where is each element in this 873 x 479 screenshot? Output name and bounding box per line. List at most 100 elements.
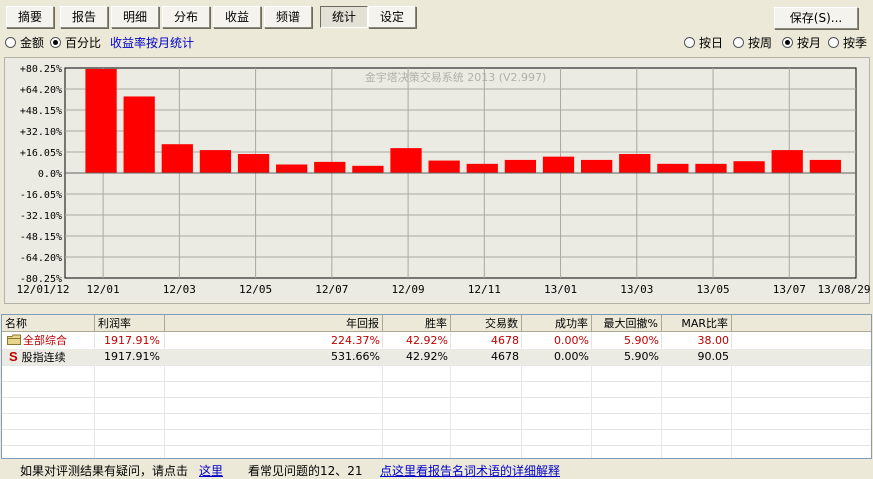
x-tick-label: 13/03: [620, 283, 653, 296]
radio-by-week-label: 按周: [748, 36, 773, 50]
footer-faq-text: 看常见问题的12、21: [248, 464, 363, 478]
y-tick-label: +48.15%: [20, 106, 62, 117]
x-tick-label: 12/05: [239, 283, 272, 296]
x-tick-label: 13/08/29: [818, 283, 871, 296]
bar: [314, 161, 346, 173]
x-tick-label: 13/01: [544, 283, 577, 296]
bar: [428, 160, 460, 173]
bar: [657, 163, 689, 173]
col-trades[interactable]: 交易数: [451, 315, 522, 332]
bar: [504, 159, 537, 173]
radio-circle-icon: [828, 37, 839, 48]
x-tick-label: 13/05: [696, 283, 729, 296]
glossary-link[interactable]: 点这里看报告名词术语的详细解释: [380, 464, 560, 478]
row-annual: 531.66%: [331, 350, 380, 363]
bar: [352, 165, 384, 173]
footer-here-link-wrap: 这里: [199, 463, 223, 479]
radio-circle-icon: [684, 37, 695, 48]
row-annual: 224.37%: [331, 334, 380, 347]
y-tick-label: -48.15%: [20, 232, 62, 243]
x-tick-label: 13/07: [773, 283, 806, 296]
row-divider: [2, 397, 871, 398]
bar: [619, 154, 651, 173]
col-annual[interactable]: 年回报: [165, 315, 383, 332]
col-drawdown[interactable]: 最大回撤%: [592, 315, 662, 332]
row-profit: 1917.91%: [104, 334, 160, 347]
tab-spectrum[interactable]: 频谱: [264, 6, 312, 28]
radio-circle-icon: [5, 37, 16, 48]
table-header: 名称 利润率 年回报 胜率 交易数 成功率 最大回撤% MAR比率: [2, 315, 871, 332]
bar: [695, 163, 727, 173]
bar: [733, 161, 765, 173]
radio-selected-icon: [782, 37, 793, 48]
x-tick-label: 12/09: [392, 283, 425, 296]
x-tick-label: 12/11: [468, 283, 501, 296]
row-name: 股指连续: [21, 351, 66, 364]
here-link[interactable]: 这里: [199, 464, 223, 478]
radio-amount[interactable]: 金额: [5, 35, 44, 51]
bar: [161, 144, 193, 173]
tab-summary[interactable]: 摘要: [6, 6, 54, 28]
y-tick-label: -16.05%: [20, 190, 62, 201]
row-success: 0.00%: [554, 334, 589, 347]
row-profit: 1917.91%: [104, 350, 160, 363]
row-trades: 4678: [491, 350, 519, 363]
y-tick-label: +80.25%: [20, 64, 62, 75]
save-button[interactable]: 保存(S)...: [774, 7, 858, 29]
bar: [580, 159, 613, 173]
col-success[interactable]: 成功率: [522, 315, 592, 332]
bar: [771, 150, 803, 173]
monthly-returns-chart: +80.25% +64.20% +48.15% +32.10% +16.05% 0.0% -…: [4, 57, 870, 304]
bar: [809, 159, 841, 173]
radio-by-season-label: 按季: [843, 36, 868, 50]
row-divider: [2, 365, 871, 366]
row-mar: 90.05: [697, 350, 730, 363]
radio-selected-icon: [50, 37, 61, 48]
chart-canvas: +80.25% +64.20% +48.15% +32.10% +16.05% 0.0% -…: [17, 64, 871, 296]
tab-report[interactable]: 报告: [60, 6, 108, 28]
monthly-stats-link[interactable]: 收益率按月统计: [110, 35, 194, 51]
row-win-rate: 42.92%: [406, 334, 448, 347]
folder-icon: [7, 334, 21, 345]
footer-question-text: 如果对评测结果有疑问，请点击: [20, 464, 189, 478]
x-tick-label: 12/01/12: [17, 283, 70, 296]
tab-distribution[interactable]: 分布: [162, 6, 210, 28]
row-name-cell: S 股指连续: [4, 349, 94, 365]
row-divider: [2, 413, 871, 414]
bar: [276, 164, 308, 173]
y-tick-label: -32.10%: [20, 211, 62, 222]
row-mar: 38.00: [697, 334, 730, 347]
col-win-rate[interactable]: 胜率: [383, 315, 451, 332]
row-drawdown: 5.90%: [624, 350, 659, 363]
row-trades: 4678: [491, 334, 519, 347]
row-divider: [2, 429, 871, 430]
col-profit[interactable]: 利润率: [95, 315, 165, 332]
tab-settings[interactable]: 设定: [368, 6, 416, 28]
tab-detail[interactable]: 明细: [111, 6, 159, 28]
tab-returns[interactable]: 收益: [213, 6, 261, 28]
row-success: 0.00%: [554, 350, 589, 363]
row-divider: [2, 381, 871, 382]
radio-by-month-label: 按月: [797, 36, 822, 50]
row-divider: [2, 445, 871, 446]
bar: [85, 68, 117, 173]
table-row[interactable]: S 股指连续 1917.91% 531.66% 42.92% 4678 0.00%…: [2, 349, 871, 365]
x-tick-label: 12/07: [315, 283, 348, 296]
radio-by-week[interactable]: 按周: [733, 35, 772, 51]
radio-by-season[interactable]: 按季: [828, 35, 867, 51]
radio-by-month[interactable]: 按月: [782, 35, 821, 51]
radio-amount-label: 金额: [20, 36, 45, 50]
tab-statistics[interactable]: 统计: [320, 6, 368, 28]
radio-by-day-label: 按日: [699, 36, 724, 50]
bar: [237, 154, 270, 173]
radio-circle-icon: [733, 37, 744, 48]
y-tick-label: +32.10%: [20, 127, 62, 138]
bar: [466, 163, 498, 173]
col-mar[interactable]: MAR比率: [662, 315, 732, 332]
table-row[interactable]: 全部综合 1917.91% 224.37% 42.92% 4678 0.00% …: [2, 333, 871, 349]
col-name[interactable]: 名称: [2, 315, 95, 332]
radio-percent-label: 百分比: [65, 36, 102, 50]
x-tick-label: 12/03: [163, 283, 196, 296]
radio-by-day[interactable]: 按日: [684, 35, 723, 51]
radio-percent[interactable]: 百分比: [50, 35, 101, 51]
